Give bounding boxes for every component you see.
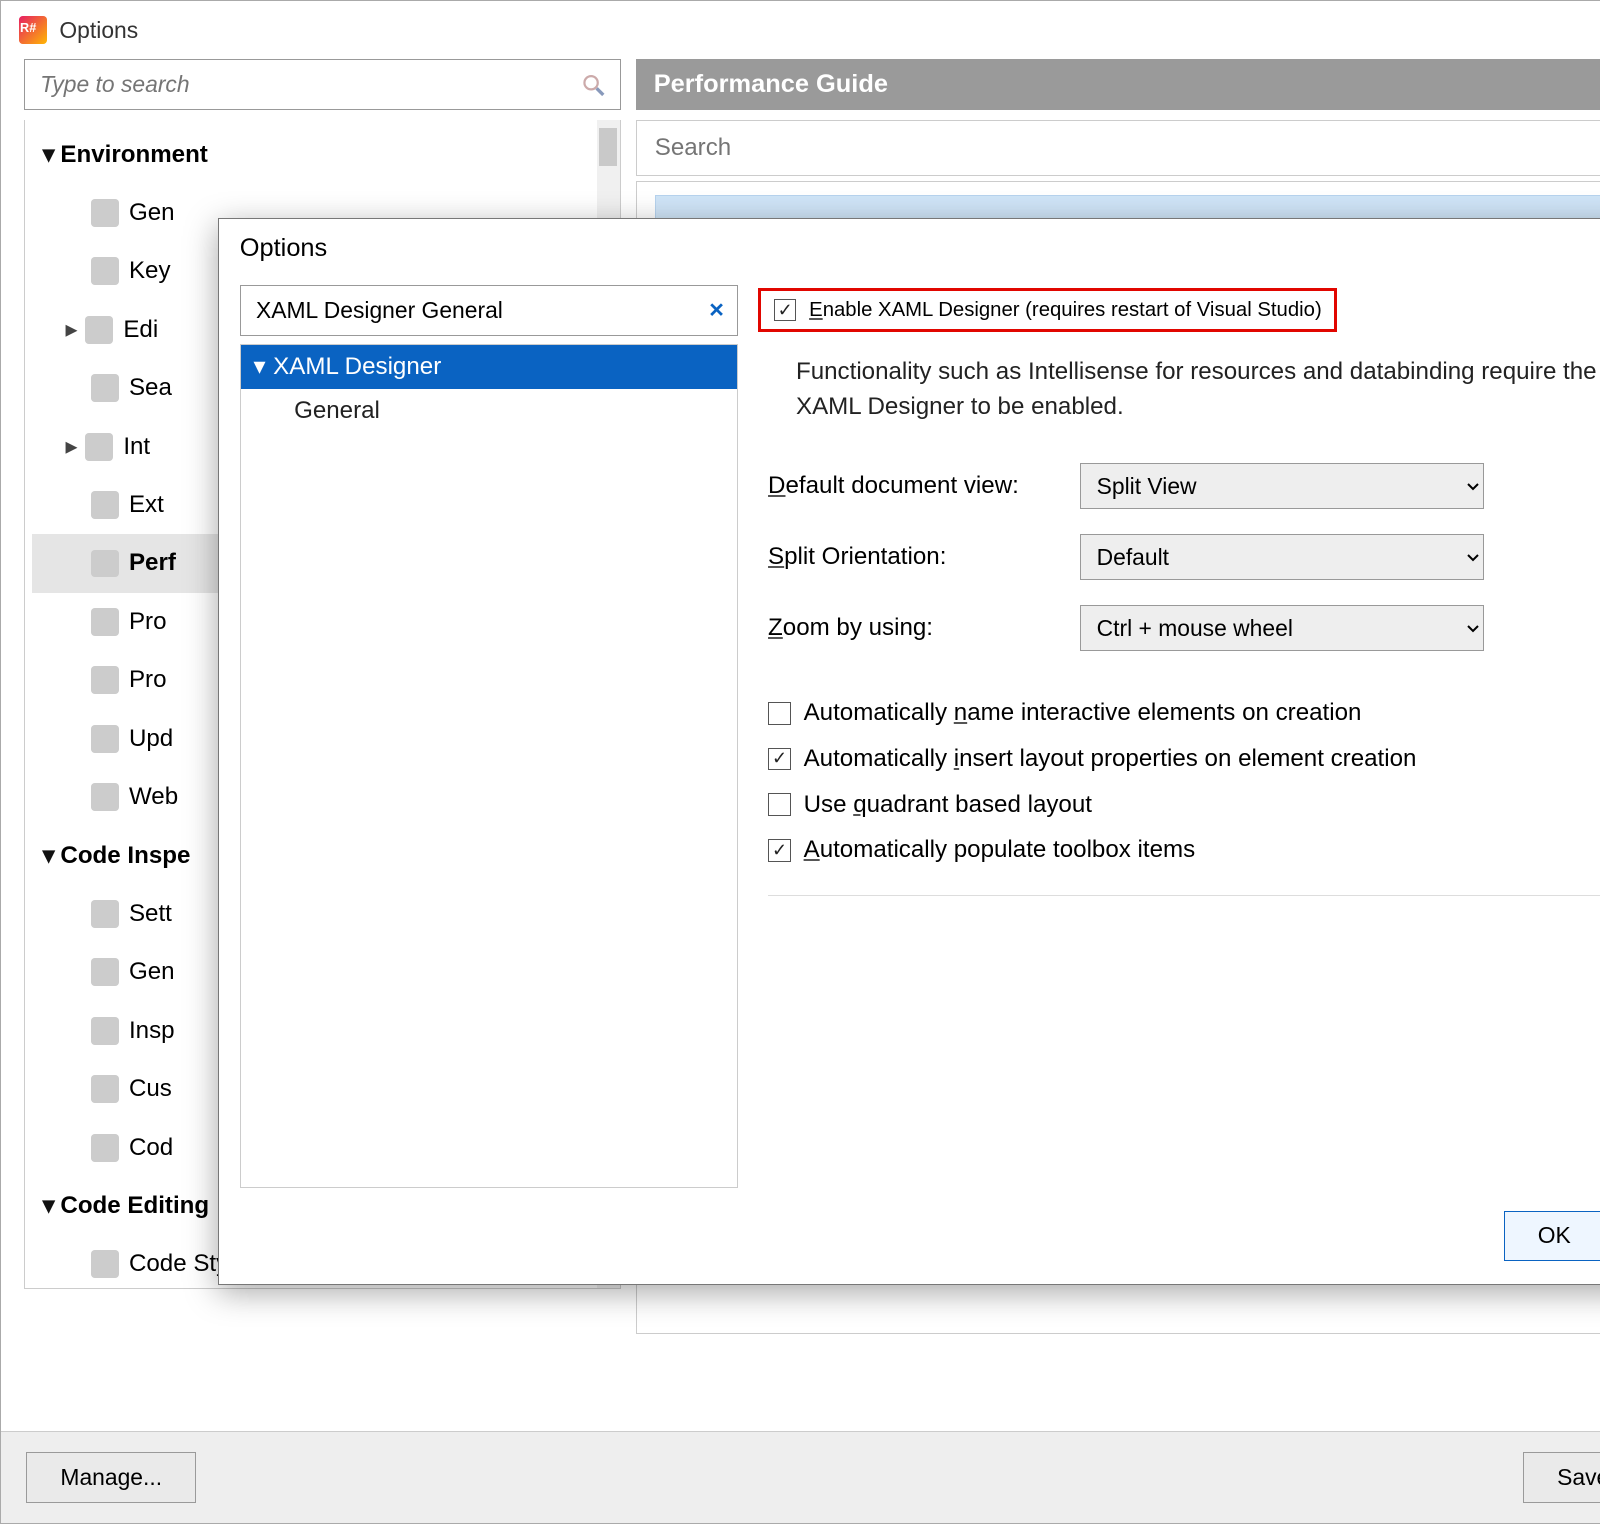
split-orientation-label: Split Orientation: xyxy=(768,543,1080,571)
tree-section-code-inspection[interactable]: Code Inspe xyxy=(60,842,190,870)
auto-populate-toolbox-label: Automatically populate toolbox items xyxy=(804,836,1196,864)
tree-item[interactable]: Upd xyxy=(129,725,173,753)
divider xyxy=(768,895,1600,896)
tree-item[interactable]: Cod xyxy=(129,1134,173,1162)
enable-xaml-designer-checkbox[interactable] xyxy=(774,299,797,322)
auto-populate-toolbox-checkbox[interactable] xyxy=(768,839,791,862)
zoom-by-select[interactable]: Ctrl + mouse wheel xyxy=(1080,605,1484,651)
tree-item[interactable]: Gen xyxy=(129,958,175,986)
tree-item-performance[interactable]: Perf xyxy=(129,549,176,577)
window-title: Options xyxy=(59,17,138,44)
manage-button[interactable]: Manage... xyxy=(26,1452,196,1503)
auto-name-checkbox[interactable] xyxy=(768,702,791,725)
tree-item[interactable]: Sea xyxy=(129,374,172,402)
dialog-title: Options xyxy=(240,234,328,263)
dialog-tree[interactable]: ▾XAML Designer General xyxy=(240,344,738,1188)
tree-item[interactable]: Key xyxy=(129,257,171,285)
quadrant-layout-checkbox[interactable] xyxy=(768,793,791,816)
tree-section-environment[interactable]: Environment xyxy=(60,141,207,169)
dialog-search-input[interactable] xyxy=(253,296,701,326)
tree-item[interactable]: Gen xyxy=(129,199,175,227)
tree-item[interactable]: Cus xyxy=(129,1075,172,1103)
perf-search[interactable] xyxy=(636,120,1600,176)
clear-search-icon[interactable]: × xyxy=(709,296,724,325)
resharper-icon xyxy=(19,16,47,44)
performance-guide-header: Performance Guide xyxy=(636,59,1600,110)
tree-item[interactable]: Ext xyxy=(129,491,164,519)
dialog-search[interactable]: × xyxy=(240,285,738,336)
ok-button[interactable]: OK xyxy=(1504,1211,1600,1262)
tree-item[interactable]: Int xyxy=(123,433,150,461)
options-search[interactable] xyxy=(24,59,621,110)
auto-insert-layout-checkbox[interactable] xyxy=(768,748,791,771)
footer: Manage... Save Save To Cancel xyxy=(1,1431,1600,1523)
tree-item[interactable]: Pro xyxy=(129,666,167,694)
options-search-input[interactable] xyxy=(38,70,581,100)
tree-item[interactable]: Edi xyxy=(123,316,158,344)
titlebar: Options ? × xyxy=(1,1,1600,59)
default-doc-view-select[interactable]: Split View xyxy=(1080,463,1484,509)
perf-search-input[interactable] xyxy=(652,133,1600,164)
tree-section-code-editing[interactable]: Code Editing xyxy=(60,1192,209,1220)
zoom-by-label: Zoom by using: xyxy=(768,614,1080,642)
tree-item[interactable]: Web xyxy=(129,783,178,811)
auto-insert-layout-label: Automatically insert layout properties o… xyxy=(804,745,1417,773)
quadrant-layout-label: Use quadrant based layout xyxy=(804,791,1092,819)
save-button[interactable]: Save xyxy=(1523,1452,1600,1503)
enable-description: Functionality such as Intellisense for r… xyxy=(796,355,1600,425)
default-doc-view-label: Default document view: xyxy=(768,472,1080,500)
split-orientation-select[interactable]: Default xyxy=(1080,534,1484,580)
auto-name-label: Automatically name interactive elements … xyxy=(804,699,1362,727)
tree-item[interactable]: Insp xyxy=(129,1017,175,1045)
tree-node-general[interactable]: General xyxy=(241,389,737,432)
search-icon xyxy=(580,71,607,99)
tree-node-xaml-designer[interactable]: ▾XAML Designer xyxy=(241,345,737,389)
enable-xaml-designer-highlight: EEnable XAML Designer (requires restart … xyxy=(758,288,1338,332)
tree-item[interactable]: Pro xyxy=(129,608,167,636)
inner-options-dialog: Options ? ✕ × ▾XAML Designer General EEn… xyxy=(218,218,1600,1285)
enable-xaml-designer-label: EEnable XAML Designer (requires restart … xyxy=(809,299,1322,322)
tree-item[interactable]: Sett xyxy=(129,900,172,928)
